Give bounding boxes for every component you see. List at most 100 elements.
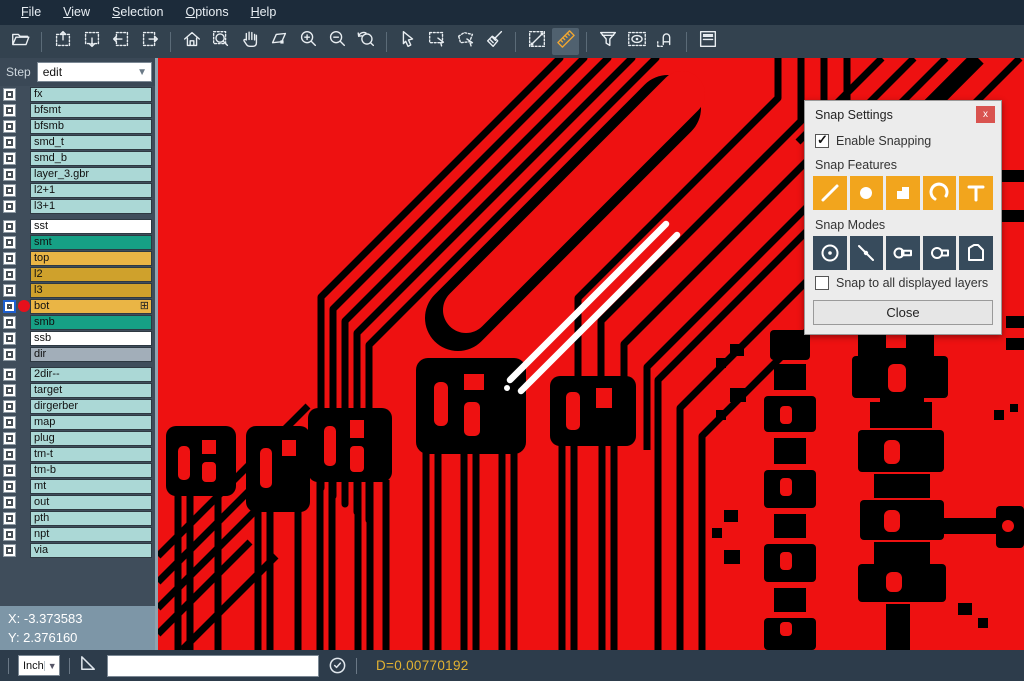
zoom-out-button[interactable] bbox=[323, 28, 350, 55]
layer-checkbox[interactable] bbox=[3, 152, 16, 165]
menu-file[interactable]: File bbox=[10, 0, 52, 25]
layer-checkbox[interactable] bbox=[3, 416, 16, 429]
menu-help[interactable]: Help bbox=[240, 0, 288, 25]
snap-feature-text-button[interactable] bbox=[959, 176, 993, 210]
layer-label[interactable]: via bbox=[30, 543, 152, 558]
layer-label[interactable]: l3 bbox=[30, 283, 152, 298]
menu-selection[interactable]: Selection bbox=[101, 0, 174, 25]
snap-mode-keyhole-button[interactable] bbox=[923, 236, 957, 270]
layer-label[interactable]: dirgerber bbox=[30, 399, 152, 414]
measure-line-button[interactable] bbox=[523, 28, 550, 55]
layer-label[interactable]: npt bbox=[30, 527, 152, 542]
ruler-tool-button[interactable] bbox=[552, 28, 579, 55]
pan-up-button[interactable] bbox=[49, 28, 76, 55]
snap-feature-arc-button[interactable] bbox=[923, 176, 957, 210]
pcb-canvas[interactable]: Snap Settings x Enable Snapping Snap Fea… bbox=[158, 58, 1024, 650]
layer-label[interactable]: l2 bbox=[30, 267, 152, 282]
snap-mode-slot-button[interactable] bbox=[886, 236, 920, 270]
layer-checkbox[interactable] bbox=[3, 284, 16, 297]
layer-checkbox[interactable] bbox=[3, 528, 16, 541]
layer-label[interactable]: plug bbox=[30, 431, 152, 446]
layer-label[interactable]: fx bbox=[30, 87, 152, 102]
layer-label[interactable]: bot⊞ bbox=[30, 299, 152, 314]
dialog-close-button[interactable]: Close bbox=[813, 300, 993, 325]
layer-checkbox[interactable] bbox=[3, 236, 16, 249]
sync-check-icon[interactable] bbox=[328, 656, 347, 675]
layer-checkbox[interactable] bbox=[3, 300, 16, 313]
layer-label[interactable]: bfsmb bbox=[30, 119, 152, 134]
open-file-button[interactable] bbox=[7, 28, 34, 55]
layer-label[interactable]: top bbox=[30, 251, 152, 266]
layer-label[interactable]: pth bbox=[30, 511, 152, 526]
enable-snapping-checkbox[interactable] bbox=[815, 134, 829, 148]
layer-checkbox[interactable] bbox=[3, 168, 16, 181]
layer-label[interactable]: smt bbox=[30, 235, 152, 250]
layer-checkbox[interactable] bbox=[3, 252, 16, 265]
snap-feature-surface-button[interactable] bbox=[886, 176, 920, 210]
layer-label[interactable]: sst bbox=[30, 219, 152, 234]
dialog-titlebar[interactable]: Snap Settings x bbox=[805, 101, 1001, 128]
layer-label[interactable]: ssb bbox=[30, 331, 152, 346]
layer-checkbox[interactable] bbox=[3, 88, 16, 101]
layer-checkbox[interactable] bbox=[3, 496, 16, 509]
layer-checkbox[interactable] bbox=[3, 136, 16, 149]
dialog-close-icon[interactable]: x bbox=[976, 106, 995, 123]
visibility-button[interactable] bbox=[623, 28, 650, 55]
layer-label[interactable]: l3+1 bbox=[30, 199, 152, 214]
layer-checkbox[interactable] bbox=[3, 368, 16, 381]
layer-label[interactable]: smb bbox=[30, 315, 152, 330]
layer-label[interactable]: 2dir-- bbox=[30, 367, 152, 382]
layer-checkbox[interactable] bbox=[3, 316, 16, 329]
clean-brush-button[interactable] bbox=[481, 28, 508, 55]
layer-label[interactable]: tm-b bbox=[30, 463, 152, 478]
layer-checkbox[interactable] bbox=[3, 268, 16, 281]
layer-checkbox[interactable] bbox=[3, 332, 16, 345]
pan-down-button[interactable] bbox=[78, 28, 105, 55]
layer-label[interactable]: smd_t bbox=[30, 135, 152, 150]
home-view-button[interactable] bbox=[178, 28, 205, 55]
layer-label[interactable]: map bbox=[30, 415, 152, 430]
menu-view[interactable]: View bbox=[52, 0, 101, 25]
units-select[interactable]: Inch ▼ bbox=[18, 655, 60, 676]
select-polygon-button[interactable] bbox=[452, 28, 479, 55]
zoom-previous-button[interactable] bbox=[352, 28, 379, 55]
pan-right-button[interactable] bbox=[136, 28, 163, 55]
filter-button[interactable] bbox=[594, 28, 621, 55]
layer-checkbox[interactable] bbox=[3, 464, 16, 477]
layer-checkbox[interactable] bbox=[3, 220, 16, 233]
snap-mode-online-button[interactable] bbox=[850, 236, 884, 270]
layer-checkbox[interactable] bbox=[3, 184, 16, 197]
snap-mode-center-button[interactable] bbox=[813, 236, 847, 270]
layer-checkbox[interactable] bbox=[3, 432, 16, 445]
zoom-selection-button[interactable] bbox=[265, 28, 292, 55]
pan-hand-button[interactable] bbox=[236, 28, 263, 55]
layer-label[interactable]: l2+1 bbox=[30, 183, 152, 198]
layer-label[interactable]: tm-t bbox=[30, 447, 152, 462]
step-select[interactable]: edit ▼ bbox=[37, 62, 152, 82]
snap-feature-line-button[interactable] bbox=[813, 176, 847, 210]
select-rect-button[interactable] bbox=[423, 28, 450, 55]
layer-checkbox[interactable] bbox=[3, 384, 16, 397]
layer-manager-button[interactable] bbox=[694, 28, 721, 55]
layer-checkbox[interactable] bbox=[3, 400, 16, 413]
layer-label[interactable]: layer_3.gbr bbox=[30, 167, 152, 182]
layer-label[interactable]: out bbox=[30, 495, 152, 510]
layer-checkbox[interactable] bbox=[3, 104, 16, 117]
layer-label[interactable]: target bbox=[30, 383, 152, 398]
layer-checkbox[interactable] bbox=[3, 512, 16, 525]
zoom-in-button[interactable] bbox=[294, 28, 321, 55]
layer-checkbox[interactable] bbox=[3, 120, 16, 133]
layer-label[interactable]: mt bbox=[30, 479, 152, 494]
snap-all-layers-checkbox[interactable] bbox=[815, 276, 829, 290]
snap-mode-corner-button[interactable] bbox=[959, 236, 993, 270]
snap-feature-pad-button[interactable] bbox=[850, 176, 884, 210]
layer-checkbox[interactable] bbox=[3, 544, 16, 557]
zoom-region-button[interactable] bbox=[207, 28, 234, 55]
pan-left-button[interactable] bbox=[107, 28, 134, 55]
layer-label[interactable]: bfsmt bbox=[30, 103, 152, 118]
layer-checkbox[interactable] bbox=[3, 200, 16, 213]
layer-label[interactable]: smd_b bbox=[30, 151, 152, 166]
angle-tool-icon[interactable] bbox=[79, 654, 98, 678]
layer-label[interactable]: dir bbox=[30, 347, 152, 362]
menu-options[interactable]: Options bbox=[174, 0, 239, 25]
